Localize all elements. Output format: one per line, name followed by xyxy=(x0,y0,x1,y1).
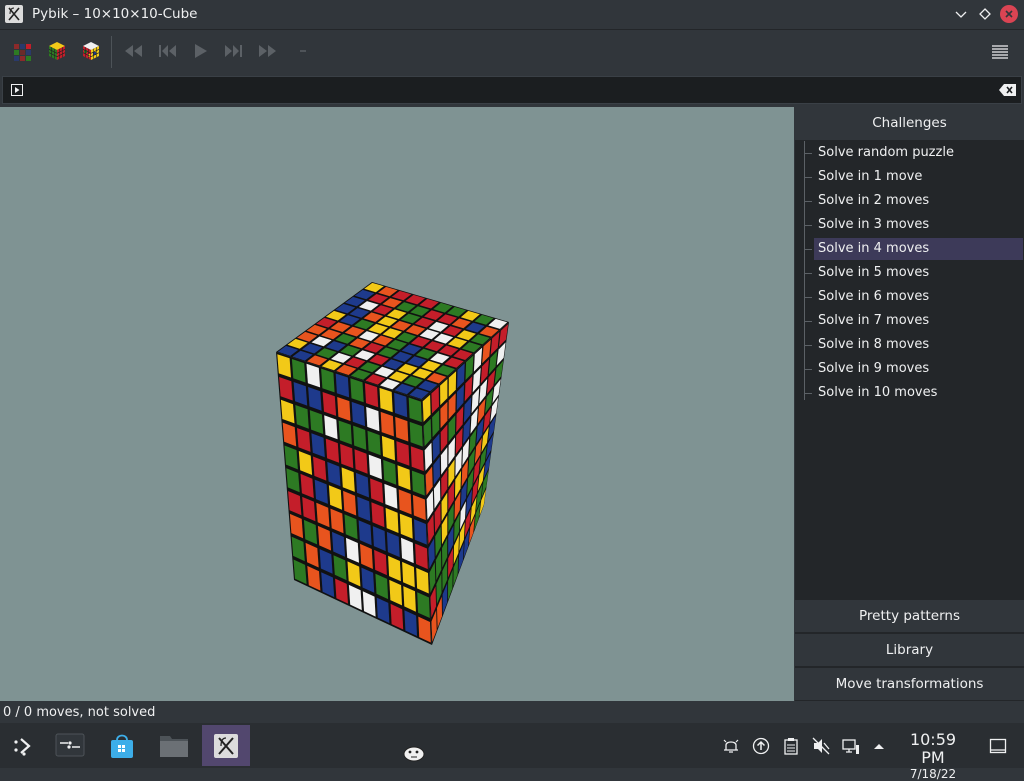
chevron-up-icon xyxy=(874,744,884,749)
challenges-list: Solve random puzzle Solve in 1 move Solve … xyxy=(795,141,1024,597)
launcher-icon xyxy=(14,737,31,756)
forward-button[interactable] xyxy=(255,38,281,64)
clock[interactable]: 10:59 PM 7/18/22 xyxy=(896,731,970,781)
task-discover[interactable] xyxy=(98,725,146,766)
library-button[interactable]: Library xyxy=(795,634,1024,666)
close-button[interactable] xyxy=(1000,5,1018,23)
tree-connector xyxy=(804,177,812,178)
chevron-down-icon xyxy=(955,11,967,18)
network-icon xyxy=(842,739,859,754)
tray-notifications[interactable] xyxy=(721,736,741,756)
tray-volume[interactable] xyxy=(811,736,831,756)
status-text: 0 / 0 moves, not solved xyxy=(3,705,156,720)
challenge-item[interactable]: Solve in 4 moves xyxy=(814,238,1023,260)
tree-line xyxy=(804,141,805,400)
remove-move-button[interactable] xyxy=(289,38,315,64)
pybik-app-icon[interactable] xyxy=(5,5,23,23)
tray-expand[interactable] xyxy=(869,736,889,756)
tree-connector xyxy=(804,297,812,298)
tray-clipboard[interactable] xyxy=(781,736,801,756)
challenge-item[interactable]: Solve in 8 moves xyxy=(814,334,1023,356)
menu-icon xyxy=(992,45,1008,59)
challenge-item[interactable]: Solve in 1 move xyxy=(814,166,1023,188)
speaker-muted-icon xyxy=(812,737,830,755)
tree-connector xyxy=(804,369,812,370)
tree-connector xyxy=(804,321,812,322)
folder-icon xyxy=(160,735,188,757)
tree-connector xyxy=(804,345,812,346)
move-transformations-button[interactable]: Move transformations xyxy=(795,668,1024,700)
show-desktop-button[interactable] xyxy=(988,736,1008,756)
close-icon xyxy=(1005,10,1013,18)
pretty-patterns-button[interactable]: Pretty patterns xyxy=(795,600,1024,632)
challenges-header[interactable]: Challenges xyxy=(795,107,1024,140)
move-edit-field[interactable] xyxy=(2,76,1022,104)
desktop-icon xyxy=(989,738,1007,754)
tree-connector xyxy=(804,273,812,274)
new-random-cube-icon xyxy=(14,44,31,61)
hamburger-menu-button[interactable] xyxy=(986,39,1014,65)
tree-connector xyxy=(804,225,812,226)
task-file-manager[interactable] xyxy=(150,725,198,766)
forward-icon xyxy=(259,45,276,57)
toolbar-separator xyxy=(111,36,112,68)
update-arrow-icon xyxy=(752,737,770,755)
minimize-button[interactable] xyxy=(951,4,971,24)
minus-icon xyxy=(300,50,306,52)
clear-text-icon[interactable] xyxy=(999,83,1017,97)
challenge-item[interactable]: Solve random puzzle xyxy=(814,142,1023,164)
challenge-item[interactable]: Solve in 9 moves xyxy=(814,358,1023,380)
previous-icon xyxy=(159,45,176,57)
diamond-icon xyxy=(979,8,991,20)
tray-updates[interactable] xyxy=(751,736,771,756)
challenge-item[interactable]: Solve in 10 moves xyxy=(814,382,1023,404)
pybik-icon xyxy=(214,733,238,758)
tray-network[interactable] xyxy=(841,736,861,756)
clock-time: 10:59 PM xyxy=(909,730,957,767)
new-solved-cube-button[interactable] xyxy=(44,38,70,64)
cube-viewport[interactable] xyxy=(0,107,794,701)
application-launcher[interactable] xyxy=(0,725,48,766)
window-title: Pybik – 10×10×10-Cube xyxy=(32,6,198,22)
toolbar xyxy=(0,30,1024,74)
next-button[interactable] xyxy=(221,38,247,64)
taskbar: 10:59 PM 7/18/22 xyxy=(0,723,1024,781)
title-bar: Pybik – 10×10×10-Cube xyxy=(0,0,1024,30)
challenge-item[interactable]: Solve in 2 moves xyxy=(814,190,1023,212)
play-button[interactable] xyxy=(187,38,213,64)
task-pybik[interactable] xyxy=(202,725,250,766)
play-icon xyxy=(195,44,207,58)
tree-connector xyxy=(804,153,812,154)
previous-button[interactable] xyxy=(154,38,180,64)
sidebar: Challenges Solve random puzzle Solve in 1… xyxy=(795,107,1024,701)
shopping-bag-icon xyxy=(111,734,133,758)
bell-icon xyxy=(723,739,739,753)
rewind-button[interactable] xyxy=(120,38,146,64)
tree-connector xyxy=(804,393,812,394)
clock-date: 7/18/22 xyxy=(909,767,957,781)
rewind-icon xyxy=(125,45,142,57)
new-solved-cube-icon xyxy=(48,42,66,60)
maximize-button[interactable] xyxy=(975,4,995,24)
clipboard-icon xyxy=(784,738,798,755)
next-icon xyxy=(225,45,242,57)
tree-connector xyxy=(804,201,812,202)
new-random-cube-button[interactable] xyxy=(10,38,36,64)
challenge-item[interactable]: Solve in 3 moves xyxy=(814,214,1023,236)
rubiks-cube[interactable] xyxy=(0,107,794,701)
new-scrambled-cube-icon xyxy=(82,42,100,60)
new-scrambled-cube-button[interactable] xyxy=(78,38,104,64)
challenge-item[interactable]: Solve in 5 moves xyxy=(814,262,1023,284)
tree-connector xyxy=(804,249,812,250)
task-system-settings[interactable] xyxy=(46,725,94,766)
apply-moves-icon[interactable] xyxy=(11,84,23,96)
mascot-icon xyxy=(403,746,425,762)
cursor-mascot xyxy=(401,741,427,763)
challenge-item[interactable]: Solve in 6 moves xyxy=(814,286,1023,308)
challenge-item[interactable]: Solve in 7 moves xyxy=(814,310,1023,332)
settings-app-icon xyxy=(55,733,85,756)
cube-front-face[interactable] xyxy=(276,352,432,645)
